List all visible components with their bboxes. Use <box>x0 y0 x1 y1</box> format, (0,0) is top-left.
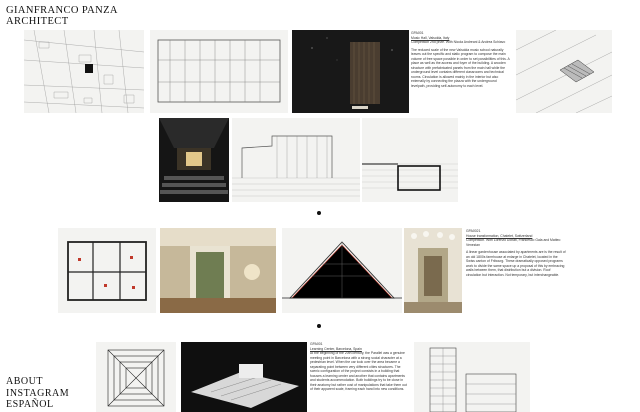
project-credits: Competition 2nd prize. With Nicola Andre… <box>411 40 506 44</box>
section-drawing-a[interactable] <box>232 118 360 202</box>
house-section-drawing[interactable] <box>282 228 402 313</box>
project-description: GPA0021 House transformation, Chatelet, … <box>466 229 566 277</box>
music-hall-render[interactable] <box>292 30 409 113</box>
project-description: GPA001 Learning Center, Barcelona, Spain… <box>310 342 410 392</box>
project-text: A linear gardenhouse associated by apart… <box>466 250 566 277</box>
section-drawing-b[interactable] <box>362 118 458 202</box>
side-nav: ABOUT INSTAGRAM ESPAÑOL <box>6 376 69 411</box>
nav-link-espanol[interactable]: ESPAÑOL <box>6 399 69 411</box>
separator-dot <box>317 324 321 328</box>
site-title-line1[interactable]: GIANFRANCO PANZA <box>6 5 118 16</box>
floor-plan-image[interactable] <box>150 30 288 113</box>
house-hall-photo[interactable] <box>404 228 462 313</box>
nav-link-about[interactable]: ABOUT <box>6 376 69 388</box>
project-text: The reduced scale of the new Valsolda mu… <box>411 47 510 88</box>
project-text: At the beginning of the 20th century, th… <box>310 351 407 391</box>
pattern-drawing[interactable] <box>96 342 176 412</box>
project-credits: Competition. With Lorenzo Donati, France… <box>466 238 561 247</box>
site-title-line2[interactable]: ARCHITECT <box>6 16 118 27</box>
axonometric-drawing[interactable] <box>516 30 612 113</box>
separator-dot <box>317 211 321 215</box>
model-photo[interactable] <box>181 342 307 412</box>
house-interior-photo[interactable] <box>160 228 276 313</box>
auditorium-interior-render[interactable] <box>159 118 229 202</box>
tower-elevation-drawing[interactable] <box>414 342 530 412</box>
project-description: GPA001 Music Hall, Valsolda, Italy Compe… <box>411 31 512 88</box>
site-map-image[interactable] <box>24 30 144 113</box>
house-plan-drawing[interactable] <box>58 228 156 313</box>
site-title[interactable]: GIANFRANCO PANZA ARCHITECT <box>6 5 118 27</box>
nav-link-instagram[interactable]: INSTAGRAM <box>6 388 69 400</box>
